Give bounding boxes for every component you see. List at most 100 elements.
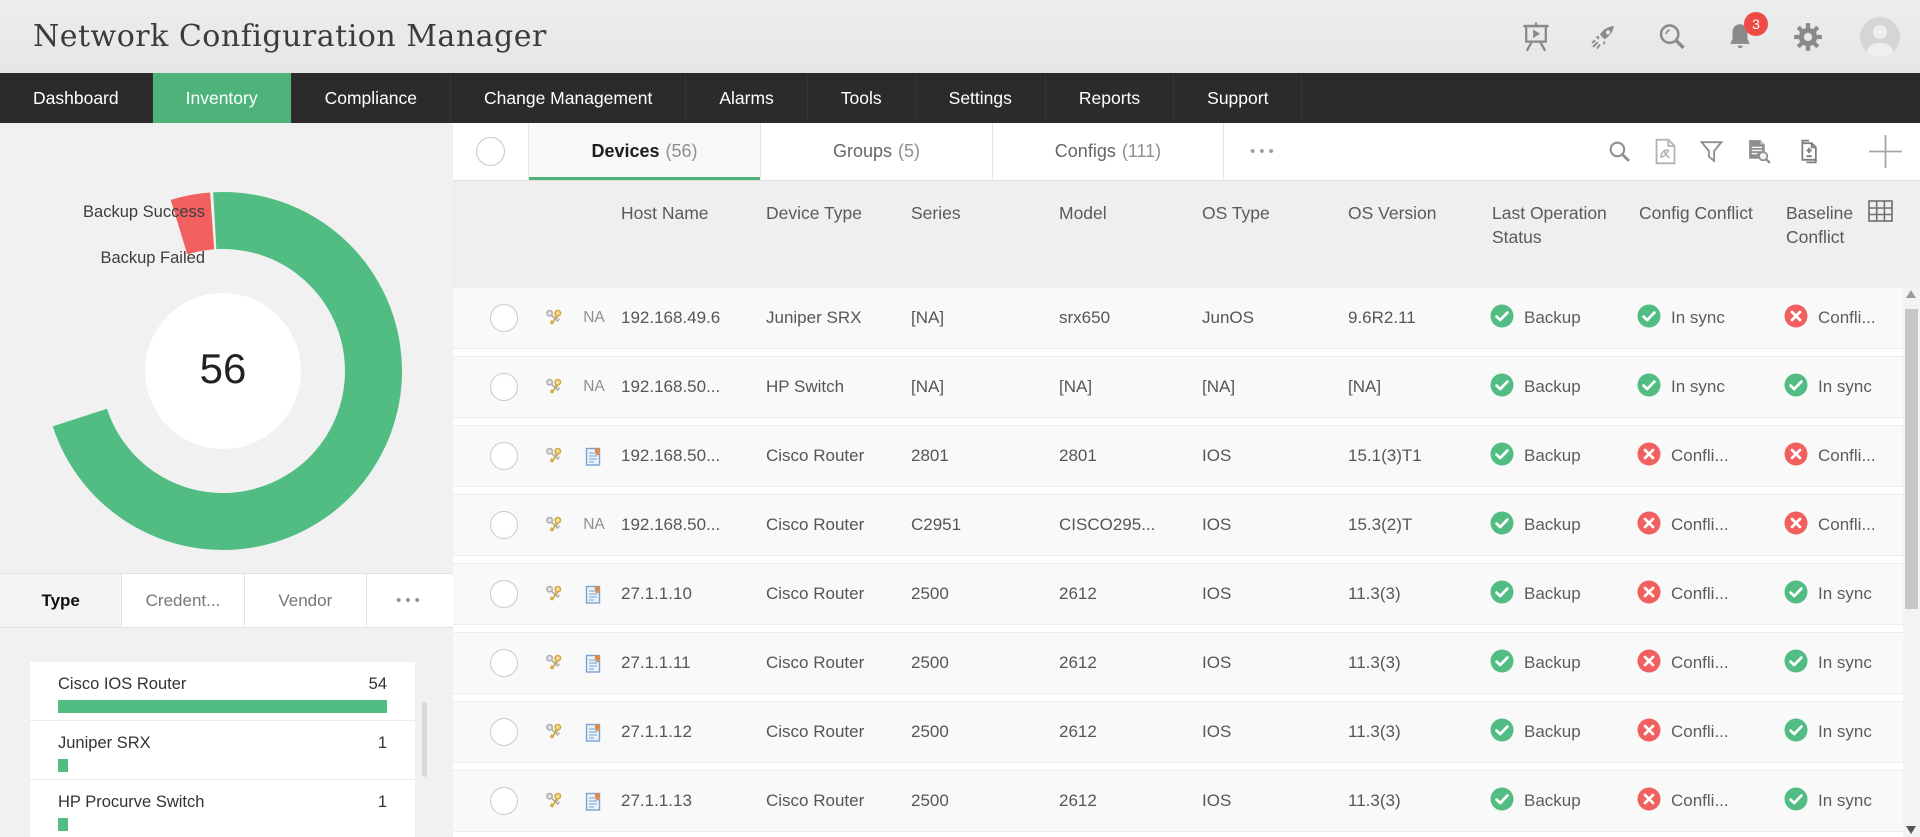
rocket-icon[interactable] bbox=[1588, 21, 1620, 53]
scroll-up-arrow[interactable] bbox=[1906, 290, 1916, 298]
search-icon[interactable] bbox=[1656, 21, 1688, 53]
backup-status-chart[interactable]: Backup Success Backup Failed 56 bbox=[0, 123, 453, 573]
column-header-config-conflict: Config Conflict bbox=[1631, 181, 1778, 287]
pdf-export-icon[interactable] bbox=[1653, 138, 1678, 165]
nav-item-dashboard[interactable]: Dashboard bbox=[0, 73, 153, 123]
type-list-item[interactable]: HP Procurve Switch1 bbox=[30, 780, 415, 837]
row-select-radio[interactable] bbox=[490, 373, 518, 401]
row-select-radio[interactable] bbox=[490, 580, 518, 608]
type-list-item[interactable]: Cisco IOS Router54 bbox=[30, 662, 415, 721]
nav-item-support[interactable]: Support bbox=[1174, 73, 1302, 123]
nav-item-settings[interactable]: Settings bbox=[916, 73, 1046, 123]
config-doc-icon[interactable] bbox=[575, 722, 613, 743]
config-search-icon[interactable] bbox=[1745, 138, 1772, 165]
tab-count: (56) bbox=[666, 141, 698, 162]
status-label: Confli... bbox=[1671, 653, 1729, 673]
credentials-keys-icon[interactable] bbox=[533, 515, 575, 535]
tab-configs[interactable]: Configs(111) bbox=[992, 123, 1224, 180]
credentials-keys-icon[interactable] bbox=[533, 722, 575, 742]
sidebar-scrollbar-thumb[interactable] bbox=[422, 702, 427, 777]
table-row[interactable]: NA192.168.50...HP Switch[NA][NA][NA][NA]… bbox=[453, 356, 1920, 418]
table-row[interactable]: 27.1.1.10Cisco Router25002612IOS11.3(3)B… bbox=[453, 563, 1920, 625]
series-cell: 2500 bbox=[903, 722, 1051, 742]
config-doc-icon[interactable] bbox=[575, 584, 613, 605]
table-row[interactable]: 27.1.1.12Cisco Router25002612IOS11.3(3)B… bbox=[453, 701, 1920, 763]
nav-item-compliance[interactable]: Compliance bbox=[292, 73, 451, 123]
os-version-cell: 15.1(3)T1 bbox=[1340, 446, 1484, 466]
credentials-keys-icon[interactable] bbox=[533, 377, 575, 397]
nav-item-inventory[interactable]: Inventory bbox=[153, 73, 292, 123]
row-select-radio[interactable] bbox=[490, 511, 518, 539]
scroll-down-arrow[interactable] bbox=[1906, 826, 1916, 834]
select-all-radio[interactable] bbox=[476, 137, 505, 166]
bell-icon[interactable]: 3 bbox=[1724, 21, 1756, 53]
row-select-radio[interactable] bbox=[490, 718, 518, 746]
sidebar-tab-credent[interactable]: Credent... bbox=[122, 574, 244, 627]
presentation-play-icon[interactable] bbox=[1520, 21, 1552, 53]
type-count: 1 bbox=[378, 793, 387, 812]
tab-devices[interactable]: Devices(56) bbox=[528, 123, 760, 180]
config-doc-icon[interactable] bbox=[575, 791, 613, 812]
nav-item-tools[interactable]: Tools bbox=[808, 73, 916, 123]
credentials-keys-icon[interactable] bbox=[533, 653, 575, 673]
type-list-item[interactable]: Juniper SRX 1 bbox=[30, 721, 415, 780]
status-ok-icon bbox=[1490, 373, 1514, 402]
main-nav: DashboardInventoryComplianceChange Manag… bbox=[0, 73, 1920, 123]
tab-groups[interactable]: Groups (5) bbox=[760, 123, 992, 180]
table-row[interactable]: NA192.168.50...Cisco RouterC2951CISCO295… bbox=[453, 494, 1920, 556]
config-doc-icon[interactable] bbox=[575, 653, 613, 674]
column-picker-icon[interactable] bbox=[1868, 200, 1893, 227]
table-row[interactable]: 27.1.1.13Cisco Router25002612IOS11.3(3)B… bbox=[453, 770, 1920, 832]
os-version-cell: 11.3(3) bbox=[1340, 722, 1484, 742]
credentials-keys-icon[interactable] bbox=[533, 791, 575, 811]
status-error-icon bbox=[1784, 511, 1808, 540]
scrollbar-thumb[interactable] bbox=[1905, 309, 1918, 609]
status-ok-icon bbox=[1784, 787, 1808, 816]
more-tabs-button[interactable]: ••• bbox=[1224, 123, 1304, 180]
config-conflict-cell: Confli... bbox=[1631, 442, 1778, 471]
chart-label-backup-success: Backup Success bbox=[0, 203, 205, 222]
credentials-keys-icon[interactable] bbox=[533, 584, 575, 604]
credentials-keys-icon[interactable] bbox=[533, 308, 575, 328]
sidebar-tab-vendor[interactable]: Vendor bbox=[245, 574, 367, 627]
type-count: 1 bbox=[378, 734, 387, 753]
row-select-radio[interactable] bbox=[490, 442, 518, 470]
table-row[interactable]: NA192.168.49.6Juniper SRX[NA]srx650JunOS… bbox=[453, 287, 1920, 349]
notification-badge[interactable]: 3 bbox=[1744, 12, 1768, 36]
os-type-cell: [NA] bbox=[1194, 377, 1340, 397]
add-device-icon[interactable] bbox=[1867, 133, 1904, 170]
os-version-cell: 11.3(3) bbox=[1340, 653, 1484, 673]
status-label: Backup bbox=[1524, 653, 1581, 673]
nav-item-alarms[interactable]: Alarms bbox=[686, 73, 807, 123]
host-name-cell: 192.168.50... bbox=[613, 515, 758, 535]
tab-count: (5) bbox=[898, 141, 920, 162]
series-cell: [NA] bbox=[903, 308, 1051, 328]
status-error-icon bbox=[1637, 649, 1661, 678]
config-doc-icon[interactable] bbox=[575, 446, 613, 467]
sidebar-more-tab[interactable]: ••• bbox=[367, 574, 453, 627]
model-cell: CISCO295... bbox=[1051, 515, 1194, 535]
app-title: Network Configuration Manager bbox=[33, 19, 547, 54]
type-label: Juniper SRX bbox=[58, 734, 151, 753]
config-diff-icon[interactable] bbox=[1793, 138, 1820, 165]
status-label: Confli... bbox=[1671, 791, 1729, 811]
status-label: In sync bbox=[1671, 308, 1725, 328]
credentials-keys-icon[interactable] bbox=[533, 446, 575, 466]
nav-item-change-management[interactable]: Change Management bbox=[451, 73, 686, 123]
search-icon[interactable] bbox=[1607, 139, 1632, 164]
table-row[interactable]: 27.1.1.11Cisco Router25002612IOS11.3(3)B… bbox=[453, 632, 1920, 694]
avatar[interactable] bbox=[1860, 17, 1900, 57]
row-select-radio[interactable] bbox=[490, 787, 518, 815]
column-header-os-version: OS Version bbox=[1340, 181, 1484, 287]
os-type-cell: IOS bbox=[1194, 446, 1340, 466]
tab-label: Groups bbox=[833, 141, 892, 162]
filter-icon[interactable] bbox=[1699, 139, 1724, 164]
vertical-scrollbar[interactable] bbox=[1903, 287, 1920, 837]
row-select-radio[interactable] bbox=[490, 649, 518, 677]
model-cell: 2612 bbox=[1051, 722, 1194, 742]
table-row[interactable]: 192.168.50...Cisco Router28012801IOS15.1… bbox=[453, 425, 1920, 487]
nav-item-reports[interactable]: Reports bbox=[1046, 73, 1174, 123]
gear-icon[interactable] bbox=[1792, 21, 1824, 53]
sidebar-tab-type[interactable]: Type bbox=[0, 574, 122, 627]
row-select-radio[interactable] bbox=[490, 304, 518, 332]
